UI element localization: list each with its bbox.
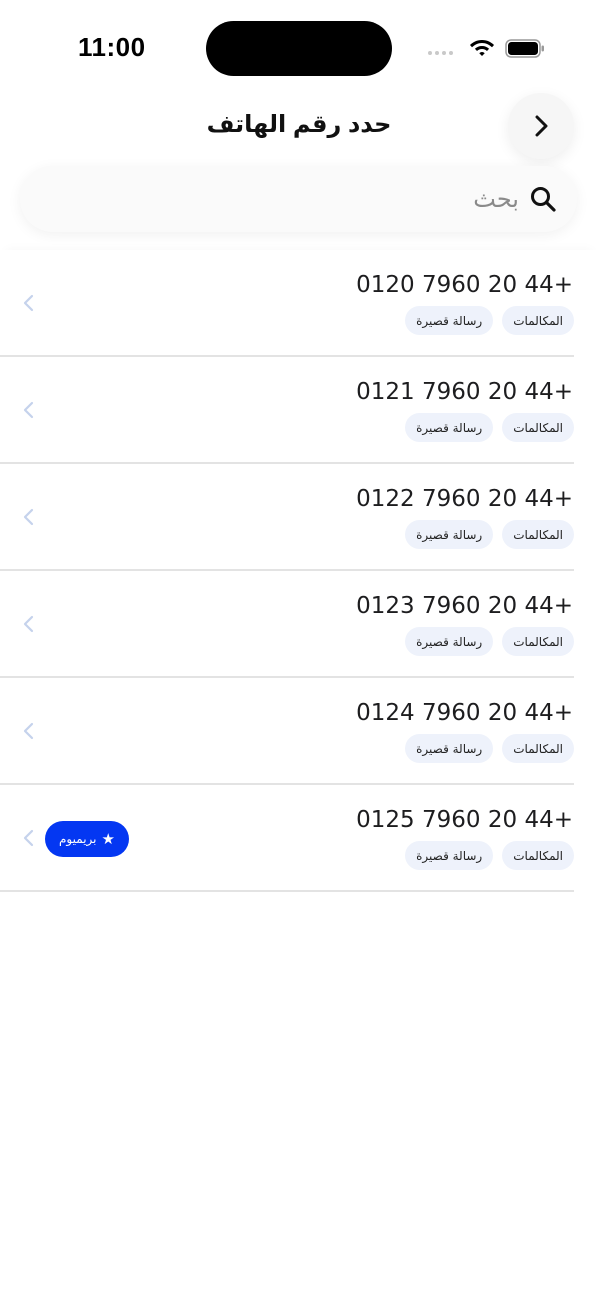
chevron-left-icon — [23, 829, 34, 847]
phone-number: +44 20 7960 0123 — [356, 593, 573, 619]
calls-chip: المكالمات — [502, 413, 574, 442]
dynamic-island — [206, 21, 392, 76]
phone-number: +44 20 7960 0120 — [356, 272, 573, 298]
capability-chips: المكالمات رسالة قصيرة — [405, 734, 574, 763]
status-bar: 11:00 — [0, 0, 598, 96]
wifi-icon — [470, 40, 494, 56]
phone-number-row[interactable]: +44 20 7960 0120 المكالمات رسالة قصيرة — [0, 250, 574, 357]
phone-number-row[interactable]: +44 20 7960 0125 المكالمات رسالة قصيرة ★… — [0, 785, 574, 892]
chevron-left-icon — [23, 722, 34, 740]
phone-number: +44 20 7960 0121 — [356, 379, 573, 405]
status-time: 11:00 — [78, 32, 146, 62]
chevron-left-icon — [23, 294, 34, 312]
phone-number-list: +44 20 7960 0120 المكالمات رسالة قصيرة +… — [0, 250, 598, 892]
sms-chip: رسالة قصيرة — [405, 520, 494, 549]
calls-chip: المكالمات — [502, 520, 574, 549]
capability-chips: المكالمات رسالة قصيرة — [405, 627, 574, 656]
premium-badge: ★ بريميوم — [45, 821, 129, 857]
chevron-left-icon — [23, 401, 34, 419]
capability-chips: المكالمات رسالة قصيرة — [405, 306, 574, 335]
calls-chip: المكالمات — [502, 306, 574, 335]
calls-chip: المكالمات — [502, 627, 574, 656]
phone-number: +44 20 7960 0122 — [356, 486, 573, 512]
header: حدد رقم الهاتف — [0, 90, 598, 160]
phone-number: +44 20 7960 0125 — [356, 807, 573, 833]
phone-number-row[interactable]: +44 20 7960 0122 المكالمات رسالة قصيرة — [0, 464, 574, 571]
battery-icon — [505, 39, 544, 58]
premium-label: بريميوم — [59, 832, 97, 846]
phone-number: +44 20 7960 0124 — [356, 700, 573, 726]
star-icon: ★ — [101, 829, 115, 848]
capability-chips: المكالمات رسالة قصيرة — [405, 520, 574, 549]
sms-chip: رسالة قصيرة — [405, 306, 494, 335]
chevron-left-icon — [23, 615, 34, 633]
phone-number-row[interactable]: +44 20 7960 0121 المكالمات رسالة قصيرة — [0, 357, 574, 464]
search-icon — [531, 187, 556, 212]
calls-chip: المكالمات — [502, 841, 574, 870]
sms-chip: رسالة قصيرة — [405, 841, 494, 870]
search-input[interactable] — [79, 178, 519, 220]
capability-chips: المكالمات رسالة قصيرة — [405, 413, 574, 442]
chevron-right-icon — [535, 115, 548, 137]
cellular-signal-icon — [428, 51, 453, 55]
search-bar[interactable] — [20, 166, 577, 232]
calls-chip: المكالمات — [502, 734, 574, 763]
sms-chip: رسالة قصيرة — [405, 734, 494, 763]
capability-chips: المكالمات رسالة قصيرة — [405, 841, 574, 870]
sms-chip: رسالة قصيرة — [405, 413, 494, 442]
phone-number-row[interactable]: +44 20 7960 0123 المكالمات رسالة قصيرة — [0, 571, 574, 678]
sms-chip: رسالة قصيرة — [405, 627, 494, 656]
chevron-left-icon — [23, 508, 34, 526]
phone-number-row[interactable]: +44 20 7960 0124 المكالمات رسالة قصيرة — [0, 678, 574, 785]
back-button[interactable] — [508, 93, 574, 159]
